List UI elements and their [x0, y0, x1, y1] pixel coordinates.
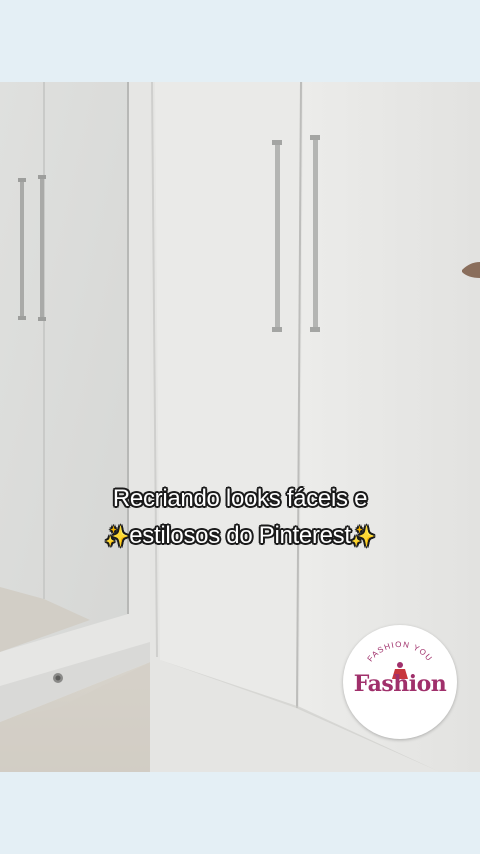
badge-brand-name: Fashion [353, 671, 447, 697]
wardrobe-handle-left [275, 140, 280, 332]
video-frame[interactable]: Recriando looks fáceis e ✨estilosos do P… [0, 82, 480, 772]
fashion-watermark-badge: FASHION YOU Fashion [343, 625, 457, 739]
bottom-frame-band [0, 772, 480, 854]
mirror-panel [0, 82, 128, 652]
video-caption: Recriando looks fáceis e ✨estilosos do P… [0, 480, 480, 556]
caption-line-2-text: estilosos do Pinterest [129, 522, 351, 549]
mirror-handle-left [20, 178, 24, 320]
sparkle-icon: ✨ [350, 526, 376, 548]
mirror-handle-right [40, 175, 44, 321]
sparkle-icon: ✨ [104, 526, 130, 548]
caption-line-1: Recriando looks fáceis e [112, 485, 368, 512]
top-frame-band [0, 0, 480, 82]
svg-text:FASHION YOU: FASHION YOU [366, 640, 435, 664]
caption-line-2: ✨estilosos do Pinterest✨ [0, 517, 480, 556]
wardrobe-handle-right [313, 135, 318, 332]
